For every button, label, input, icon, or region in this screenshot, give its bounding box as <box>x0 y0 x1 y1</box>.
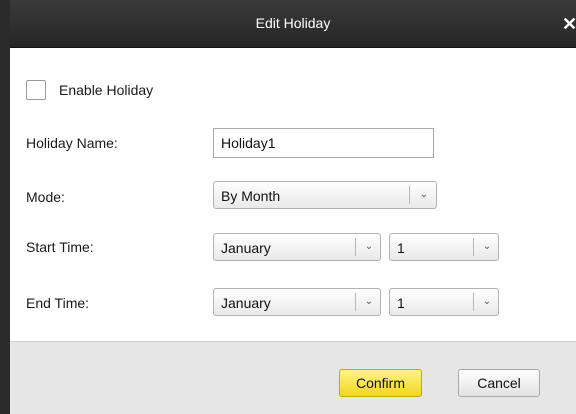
title-bar: Edit Holiday ✕ <box>10 0 576 48</box>
start-month-value: January <box>221 240 271 256</box>
start-time-label: Start Time: <box>26 239 94 255</box>
mode-label: Mode: <box>26 189 65 205</box>
chevron-down-icon: ⌄ <box>419 189 429 200</box>
select-divider <box>473 238 474 256</box>
window-edge <box>0 0 10 414</box>
mode-select-value: By Month <box>221 188 281 204</box>
enable-holiday-checkbox[interactable] <box>26 80 46 100</box>
dialog-footer: Confirm Cancel <box>10 341 576 414</box>
start-day-select[interactable]: 1 ⌄ <box>389 233 499 261</box>
enable-holiday-row: Enable Holiday <box>26 79 153 101</box>
select-divider <box>473 293 474 311</box>
enable-holiday-label: Enable Holiday <box>59 82 154 98</box>
chevron-down-icon: ⌄ <box>482 241 492 252</box>
close-icon[interactable]: ✕ <box>562 13 576 35</box>
cancel-button[interactable]: Cancel <box>458 369 540 397</box>
end-month-value: January <box>221 295 271 311</box>
start-month-select[interactable]: January ⌄ <box>213 233 381 261</box>
select-divider <box>409 186 410 204</box>
end-month-select[interactable]: January ⌄ <box>213 288 381 316</box>
select-divider <box>355 293 356 311</box>
mode-select[interactable]: By Month ⌄ <box>213 181 437 209</box>
edit-holiday-dialog: Edit Holiday ✕ Enable Holiday Holiday Na… <box>0 0 576 414</box>
dialog-title: Edit Holiday <box>255 15 331 31</box>
end-time-label: End Time: <box>26 295 90 311</box>
chevron-down-icon: ⌄ <box>364 241 374 252</box>
select-divider <box>355 238 356 256</box>
holiday-name-label: Holiday Name: <box>26 135 118 151</box>
start-day-value: 1 <box>397 240 405 256</box>
chevron-down-icon: ⌄ <box>364 296 374 307</box>
chevron-down-icon: ⌄ <box>482 296 492 307</box>
confirm-button[interactable]: Confirm <box>339 369 422 397</box>
end-day-value: 1 <box>397 295 405 311</box>
holiday-name-input[interactable]: Holiday1 <box>213 128 434 158</box>
end-day-select[interactable]: 1 ⌄ <box>389 288 499 316</box>
